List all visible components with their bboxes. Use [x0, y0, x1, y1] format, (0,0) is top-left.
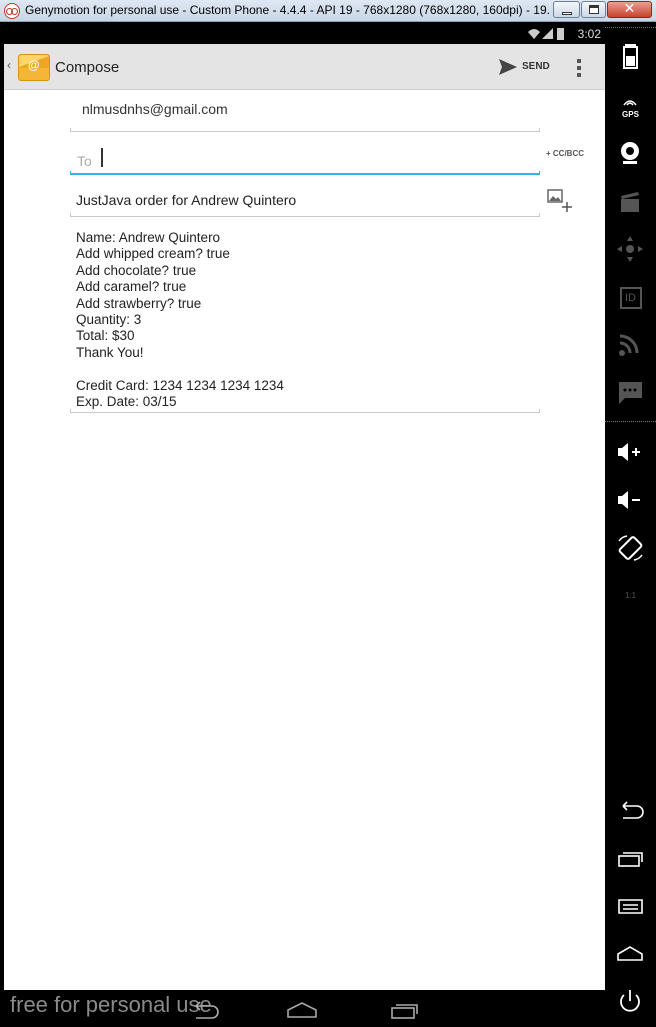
email-app-icon[interactable]: @ — [18, 54, 50, 81]
nav-home-icon[interactable] — [285, 1000, 319, 1020]
send-button[interactable]: SEND — [499, 57, 553, 79]
text-cursor — [101, 148, 103, 167]
status-icons — [528, 28, 564, 40]
sidebar-separator — [605, 27, 656, 28]
volume-up-icon[interactable] — [605, 441, 656, 463]
nav-recent-apps-icon[interactable] — [387, 1000, 421, 1020]
status-bar: 3:02 — [4, 23, 605, 44]
webcam-icon[interactable] — [605, 140, 656, 166]
screencast-icon[interactable] — [605, 190, 656, 214]
sms-icon[interactable] — [605, 381, 656, 405]
genymotion-app-icon — [4, 3, 20, 19]
status-time: 3:02 — [577, 27, 601, 41]
device-id-icon[interactable]: ID — [605, 287, 656, 311]
home-icon[interactable] — [605, 944, 656, 964]
from-divider — [70, 128, 540, 132]
remote-control-icon[interactable] — [605, 235, 656, 263]
battery-icon[interactable] — [605, 43, 656, 69]
up-caret-icon[interactable]: ‹ — [7, 58, 11, 72]
back-icon[interactable] — [605, 800, 656, 820]
maximize-icon — [589, 5, 599, 14]
subject-divider — [70, 213, 540, 217]
close-button[interactable]: ✕ — [607, 1, 652, 18]
minimize-icon — [562, 12, 572, 15]
recent-apps-icon[interactable] — [605, 848, 656, 868]
sidebar-separator — [605, 421, 656, 422]
pixel-perfect-icon[interactable]: 1:1 — [605, 583, 656, 609]
nav-back-icon[interactable] — [190, 1000, 220, 1020]
volume-down-icon[interactable] — [605, 489, 656, 511]
subject-field[interactable]: JustJava order for Andrew Quintero — [76, 192, 296, 208]
maximize-button[interactable] — [581, 1, 606, 18]
wifi-icon — [528, 29, 540, 39]
close-icon: ✕ — [623, 1, 636, 17]
genymotion-sidebar: GPS ID 1:1 — [605, 23, 656, 1027]
window-title: Genymotion for personal use - Custom Pho… — [25, 3, 550, 17]
window-titlebar: Genymotion for personal use - Custom Pho… — [0, 0, 656, 22]
from-account[interactable]: nlmusdnhs@gmail.com — [82, 101, 228, 117]
power-icon[interactable] — [605, 988, 656, 1014]
action-bar-title: Compose — [55, 59, 120, 76]
attach-picture-icon[interactable] — [547, 189, 573, 213]
menu-icon[interactable] — [605, 896, 656, 916]
cc-bcc-button[interactable]: + CC/BCC — [546, 149, 584, 158]
android-nav-bar: free for personal use — [0, 990, 605, 1027]
gps-icon[interactable]: GPS — [605, 93, 656, 119]
action-bar: ‹ @ Compose SEND — [4, 44, 605, 90]
rotate-icon[interactable] — [605, 535, 656, 561]
android-screen: 3:02 ‹ @ Compose SEND nlmusdnhs@gmail.co… — [4, 23, 605, 990]
body-divider — [70, 409, 540, 413]
overflow-menu-button[interactable] — [572, 57, 586, 79]
send-icon — [499, 59, 517, 75]
to-placeholder: To — [77, 153, 92, 169]
send-label: SEND — [522, 61, 550, 72]
to-field[interactable]: To — [70, 142, 540, 175]
message-body[interactable]: Name: Andrew Quintero Add whipped cream?… — [76, 230, 284, 410]
battery-icon — [557, 28, 564, 40]
watermark-text: free for personal use — [10, 992, 212, 1017]
signal-icon — [542, 28, 553, 39]
minimize-button[interactable] — [553, 1, 580, 18]
rss-icon[interactable] — [605, 333, 656, 357]
to-field-underline — [70, 171, 540, 175]
